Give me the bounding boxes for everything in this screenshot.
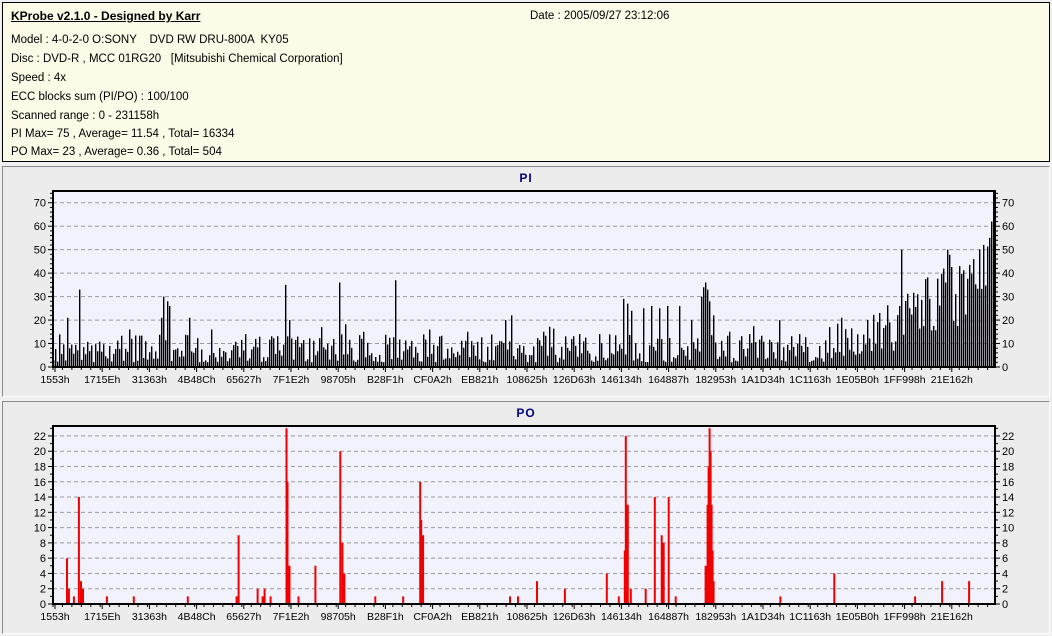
- svg-text:70: 70: [34, 198, 46, 210]
- svg-text:10: 10: [1002, 523, 1014, 535]
- po-chart-plot: 0 02 24 46 68 810 1012 1214 1416 1618 1820 2022 2215…: [34, 425, 1014, 623]
- svg-text:20: 20: [1002, 446, 1014, 458]
- svg-text:14: 14: [1002, 492, 1014, 504]
- svg-text:20: 20: [1002, 315, 1014, 327]
- svg-text:B28F1h: B28F1h: [367, 611, 404, 623]
- svg-text:1C1163h: 1C1163h: [789, 611, 831, 623]
- svg-text:22: 22: [1002, 431, 1014, 443]
- svg-text:1C1163h: 1C1163h: [789, 374, 831, 386]
- svg-text:6: 6: [40, 553, 46, 565]
- svg-text:14: 14: [34, 492, 46, 504]
- svg-text:1A1D34h: 1A1D34h: [741, 374, 785, 386]
- svg-text:1715Eh: 1715Eh: [84, 611, 120, 623]
- svg-text:70: 70: [1002, 198, 1014, 210]
- svg-text:30: 30: [34, 292, 46, 304]
- svg-text:60: 60: [1002, 221, 1014, 233]
- svg-text:1FF998h: 1FF998h: [884, 611, 926, 623]
- svg-text:164887h: 164887h: [648, 611, 689, 623]
- svg-text:182953h: 182953h: [695, 374, 736, 386]
- info-pi-summary: PI Max= 75 , Average= 11.54 , Total= 163…: [11, 128, 235, 140]
- svg-text:31363h: 31363h: [132, 374, 167, 386]
- svg-text:18: 18: [1002, 461, 1014, 473]
- svg-text:0: 0: [1002, 599, 1008, 611]
- svg-text:10: 10: [34, 339, 46, 351]
- svg-text:65627h: 65627h: [226, 374, 261, 386]
- svg-text:126D63h: 126D63h: [553, 611, 596, 623]
- svg-text:40: 40: [34, 268, 46, 280]
- svg-text:65627h: 65627h: [226, 611, 261, 623]
- svg-text:1715Eh: 1715Eh: [84, 374, 120, 386]
- svg-text:2: 2: [40, 584, 46, 596]
- info-disc: Disc : DVD-R , MCC 01RG20 [Mitsubishi Ch…: [11, 53, 343, 65]
- po-chart-panel: PO 0 0 2 2 4 4 6 6 8 8 10 10 12 12 14 14 16 16 18 18 20 20 22 2…: [2, 401, 1050, 634]
- svg-text:B28F1h: B28F1h: [367, 374, 404, 386]
- svg-text:16: 16: [34, 477, 46, 489]
- svg-text:126D63h: 126D63h: [553, 374, 596, 386]
- svg-text:12: 12: [34, 507, 46, 519]
- svg-text:146134h: 146134h: [601, 374, 642, 386]
- svg-text:4B48Ch: 4B48Ch: [178, 611, 216, 623]
- svg-text:1A1D34h: 1A1D34h: [741, 611, 785, 623]
- svg-text:0: 0: [40, 362, 46, 374]
- svg-text:8: 8: [1002, 538, 1008, 550]
- info-model: Model : 4-0-2-0 O:SONY DVD RW DRU-800A K…: [11, 34, 289, 46]
- svg-text:20: 20: [34, 446, 46, 458]
- svg-text:1FF998h: 1FF998h: [884, 374, 926, 386]
- svg-text:1553h: 1553h: [40, 374, 69, 386]
- svg-text:30: 30: [1002, 292, 1014, 304]
- info-scanned-range: Scanned range : 0 - 231158h: [11, 110, 160, 122]
- svg-text:CF0A2h: CF0A2h: [413, 611, 452, 623]
- svg-text:31363h: 31363h: [132, 611, 167, 623]
- svg-text:164887h: 164887h: [648, 374, 689, 386]
- svg-text:4B48Ch: 4B48Ch: [178, 374, 216, 386]
- svg-text:18: 18: [34, 461, 46, 473]
- svg-text:108625h: 108625h: [507, 611, 548, 623]
- svg-text:1E05B0h: 1E05B0h: [836, 611, 879, 623]
- svg-text:7F1E2h: 7F1E2h: [273, 611, 310, 623]
- svg-text:4: 4: [40, 568, 46, 580]
- svg-text:50: 50: [34, 245, 46, 257]
- pi-chart-panel: PI 0 0 10 10 20 20 30 30 40 40 50 50 60 60 70 70 1553h 17…: [2, 166, 1050, 397]
- svg-text:EB821h: EB821h: [461, 611, 499, 623]
- svg-text:60: 60: [34, 221, 46, 233]
- svg-text:4: 4: [1002, 568, 1008, 580]
- svg-text:21E162h: 21E162h: [931, 611, 973, 623]
- svg-text:22: 22: [34, 431, 46, 443]
- svg-text:CF0A2h: CF0A2h: [413, 374, 452, 386]
- svg-text:20: 20: [34, 315, 46, 327]
- svg-text:98705h: 98705h: [321, 374, 356, 386]
- svg-text:6: 6: [1002, 553, 1008, 565]
- svg-text:12: 12: [1002, 507, 1014, 519]
- scan-date: Date : 2005/09/27 23:12:06: [530, 10, 670, 22]
- info-po-summary: PO Max= 23 , Average= 0.36 , Total= 504: [11, 146, 222, 158]
- svg-text:0: 0: [1002, 362, 1008, 374]
- info-speed: Speed : 4x: [11, 72, 66, 84]
- svg-text:146134h: 146134h: [601, 611, 642, 623]
- svg-text:21E162h: 21E162h: [931, 374, 973, 386]
- svg-text:2: 2: [1002, 584, 1008, 596]
- pi-chart-plot: 0 0 10 10 20 20 30 30 40 40 50 50 60 60 70 70 1553h 1715E…: [34, 190, 1014, 386]
- svg-text:10: 10: [34, 523, 46, 535]
- scan-info-panel: KProbe v2.1.0 - Designed by Karr Date : …: [2, 2, 1050, 162]
- svg-text:50: 50: [1002, 245, 1014, 257]
- svg-text:98705h: 98705h: [321, 611, 356, 623]
- svg-text:7F1E2h: 7F1E2h: [273, 374, 310, 386]
- svg-text:1E05B0h: 1E05B0h: [836, 374, 879, 386]
- svg-text:40: 40: [1002, 268, 1014, 280]
- svg-text:8: 8: [40, 538, 46, 550]
- svg-text:182953h: 182953h: [695, 611, 736, 623]
- svg-text:10: 10: [1002, 339, 1014, 351]
- svg-text:1553h: 1553h: [40, 611, 69, 623]
- svg-text:108625h: 108625h: [507, 374, 548, 386]
- info-ecc-blocks: ECC blocks sum (PI/PO) : 100/100: [11, 91, 189, 103]
- svg-text:0: 0: [40, 599, 46, 611]
- app-title: KProbe v2.1.0 - Designed by Karr: [11, 9, 201, 23]
- svg-text:16: 16: [1002, 477, 1014, 489]
- svg-text:EB821h: EB821h: [461, 374, 499, 386]
